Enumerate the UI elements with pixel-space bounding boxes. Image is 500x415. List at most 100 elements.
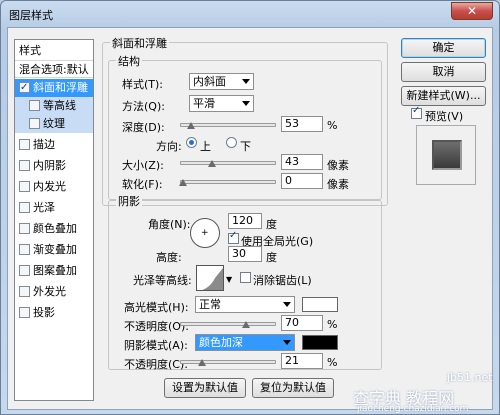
soften-slider-thumb[interactable] (179, 179, 188, 189)
global-light-checkbox[interactable] (228, 230, 239, 244)
angle-dial[interactable]: + (190, 218, 220, 248)
altitude-label: 高度: (156, 251, 182, 264)
direction-up-label[interactable]: 上 (200, 138, 211, 154)
highlight-opacity-input[interactable]: 70 (281, 315, 323, 331)
close-button[interactable]: ✕ (451, 2, 493, 20)
style-item-color-overlay[interactable]: 颜色叠加 (15, 220, 93, 238)
window-title: 图层样式 (9, 9, 53, 22)
pattern-overlay-checkbox[interactable] (19, 265, 30, 276)
method-value: 平滑 (193, 97, 215, 110)
depth-label: 深度(D): (122, 121, 165, 134)
highlight-mode-select[interactable]: 正常 (195, 296, 295, 313)
bevel-style-value: 内斜面 (193, 75, 226, 88)
ok-button[interactable]: 确定 (401, 38, 486, 58)
style-item-drop-shadow[interactable]: 投影 (15, 304, 93, 322)
antialias-checkbox[interactable] (240, 272, 251, 283)
chevron-down-icon[interactable]: ▼ (226, 275, 232, 284)
set-default-button[interactable]: 设置为默认值 (164, 378, 246, 398)
chevron-down-icon (242, 101, 250, 106)
shadow-opacity-thumb[interactable] (198, 359, 207, 369)
reset-default-button[interactable]: 复位为默认值 (252, 378, 334, 398)
angle-label: 角度(N): (148, 218, 191, 231)
watermark-corner: jb51.net (447, 371, 493, 384)
style-list-header[interactable]: 样式 (15, 42, 93, 60)
highlight-mode-value: 正常 (199, 298, 221, 311)
shading-group-title: 阴影 (116, 193, 142, 209)
soften-input[interactable]: 0 (281, 173, 323, 189)
highlight-opacity-slider[interactable] (180, 322, 276, 326)
style-item-stroke[interactable]: 描边 (15, 136, 93, 154)
style-item-label: 图案叠加 (33, 264, 77, 277)
depth-unit: % (327, 119, 338, 132)
satin-checkbox[interactable] (19, 202, 30, 213)
style-item-contour[interactable]: 等高线 (15, 97, 93, 115)
depth-slider-thumb[interactable] (187, 122, 196, 132)
bevel-checkbox[interactable] (19, 79, 30, 97)
method-select[interactable]: 平滑 (189, 95, 254, 112)
new-style-button[interactable]: 新建样式(W)... (401, 86, 486, 106)
stroke-checkbox[interactable] (19, 139, 30, 150)
direction-down-radio[interactable] (226, 137, 237, 148)
style-label: 样式(T): (122, 78, 164, 91)
style-item-texture[interactable]: 纹理 (15, 115, 93, 133)
style-item-label: 内发光 (33, 180, 66, 193)
size-slider[interactable] (180, 161, 276, 165)
shadow-mode-select[interactable]: 颜色加深 (195, 334, 295, 351)
style-item-bevel[interactable]: 斜面和浮雕 (15, 79, 93, 97)
highlight-opacity-thumb[interactable] (242, 321, 251, 331)
shadow-opacity-slider[interactable] (180, 360, 276, 364)
style-item-label: 描边 (33, 138, 55, 151)
shadow-opacity-label: 不透明度(C): (124, 358, 188, 371)
gradient-overlay-checkbox[interactable] (19, 244, 30, 255)
angle-unit: 度 (266, 218, 277, 231)
style-item-gradient-overlay[interactable]: 渐变叠加 (15, 241, 93, 259)
angle-input[interactable]: 120 (228, 213, 262, 229)
size-slider-thumb[interactable] (208, 160, 217, 170)
method-label: 方法(Q): (122, 100, 165, 113)
shadow-opacity-input[interactable]: 21 (281, 353, 323, 369)
contour-checkbox[interactable] (29, 100, 40, 111)
structure-group-title: 结构 (116, 53, 142, 69)
gloss-contour-label: 光泽等高线: (133, 274, 192, 287)
style-item-pattern-overlay[interactable]: 图案叠加 (15, 262, 93, 280)
inner-glow-checkbox[interactable] (19, 181, 30, 192)
highlight-color-swatch[interactable] (302, 297, 338, 312)
soften-slider[interactable] (180, 180, 276, 184)
size-label: 大小(Z): (122, 159, 164, 172)
title-bar[interactable]: 图层样式 ✕ (1, 1, 499, 27)
color-overlay-checkbox[interactable] (19, 223, 30, 234)
bevel-style-select[interactable]: 内斜面 (189, 73, 254, 90)
style-item-label: 内阴影 (33, 159, 66, 172)
direction-down-label[interactable]: 下 (240, 138, 251, 154)
shadow-mode-value: 颜色加深 (199, 336, 243, 349)
highlight-opacity-unit: % (327, 318, 338, 331)
style-item-label: 外发光 (33, 285, 66, 298)
shadow-color-swatch[interactable] (302, 335, 338, 350)
highlight-mode-label: 高光模式(H): (124, 301, 189, 314)
inner-shadow-checkbox[interactable] (19, 160, 30, 171)
direction-label: 方向: (156, 140, 182, 153)
direction-up-radio[interactable] (186, 137, 197, 148)
shadow-opacity-unit: % (327, 356, 338, 369)
style-item-inner-glow[interactable]: 内发光 (15, 178, 93, 196)
antialias-label[interactable]: 消除锯齿(L) (253, 272, 312, 288)
soften-unit: 像素 (327, 178, 349, 191)
highlight-opacity-label: 不透明度(O): (124, 320, 189, 333)
style-item-outer-glow[interactable]: 外发光 (15, 283, 93, 301)
contour-curve-icon (202, 268, 223, 290)
size-input[interactable]: 43 (281, 154, 323, 170)
drop-shadow-checkbox[interactable] (19, 307, 30, 318)
style-item-inner-shadow[interactable]: 内阴影 (15, 157, 93, 175)
soften-label: 软化(F): (122, 178, 163, 191)
outer-glow-checkbox[interactable] (19, 286, 30, 297)
gloss-contour-picker[interactable] (196, 265, 224, 291)
preview-checkbox[interactable] (411, 105, 422, 119)
depth-input[interactable]: 53 (281, 116, 323, 132)
crosshair-icon: + (201, 228, 209, 238)
texture-checkbox[interactable] (29, 118, 40, 129)
style-list-blend-options[interactable]: 混合选项:默认 (15, 60, 93, 78)
cancel-button[interactable]: 取消 (401, 62, 486, 82)
altitude-input[interactable]: 30 (228, 246, 262, 262)
preview-label[interactable]: 预览(V) (425, 108, 463, 124)
style-item-satin[interactable]: 光泽 (15, 199, 93, 217)
